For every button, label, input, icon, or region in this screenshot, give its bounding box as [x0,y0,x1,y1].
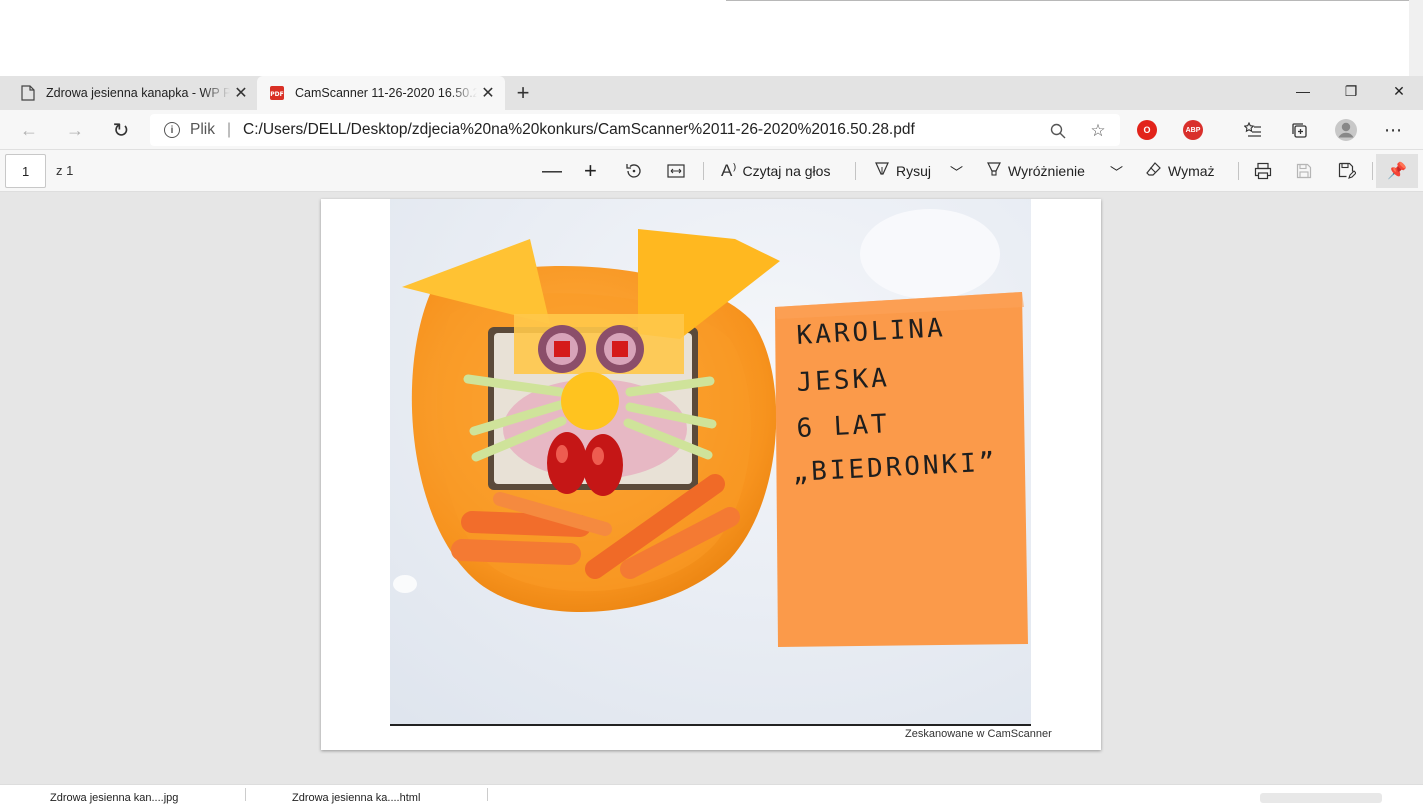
tab-title: CamScanner 11-26-2020 16.50.28.pdf [295,86,477,100]
erase-label: Wymaż [1168,163,1215,179]
minimize-button[interactable]: — [1279,76,1327,106]
draw-button[interactable]: Rysuj [874,158,931,184]
highlight-label: Wyróżnienie [1008,163,1085,179]
pin-icon: 📌 [1387,163,1407,180]
forward-arrow-icon[interactable]: → [60,115,90,145]
scheme-label: Plik [190,121,215,138]
svg-text:JESKA: JESKA [796,363,891,398]
toolbar-separator [855,162,856,180]
zoom-in-button[interactable]: + [584,158,597,184]
download-item[interactable]: Zdrowa jesienna kan....jpg [50,792,178,804]
address-separator: | [226,121,232,138]
zoom-out-button[interactable]: — [542,158,562,184]
camscanner-watermark: Zeskanowane w CamScanner [905,728,1052,740]
profile-avatar-icon[interactable] [1334,118,1358,142]
back-arrow-icon[interactable]: ← [14,115,44,145]
tab-strip: Zdrowa jesienna kanapka - WP Poczta ✕ PD… [0,76,1423,110]
info-icon[interactable]: i [164,122,180,138]
download-item[interactable]: Zdrowa jesienna ka....html [292,792,420,804]
save-disk-icon [1296,163,1312,179]
tab-camscanner-pdf[interactable]: PDF CamScanner 11-26-2020 16.50.28.pdf ✕ [257,76,505,110]
printer-icon [1254,162,1272,180]
pdf-viewer[interactable]: KAROLINA JESKA 6 LAT „BIEDRONKI” Zeskano… [0,192,1423,784]
download-separator [487,788,488,801]
rotate-icon [626,164,641,178]
cheese-nose [561,372,619,430]
toolbar-separator [1238,162,1239,180]
pin-toolbar-button[interactable]: 📌 [1376,154,1418,188]
save-button[interactable] [1296,158,1312,184]
highlighter-icon [986,161,1002,182]
pdf-icon: PDF [269,85,285,101]
read-aloud-button[interactable]: A⁾ Czytaj na głos [721,158,830,184]
save-as-button[interactable] [1338,158,1356,184]
pdf-toolbar: 1 z 1 — + A⁾ Czytaj na głos Rysuj ﹀ Wyró… [0,150,1423,192]
eraser-icon [1146,161,1162,182]
opera-extension-icon[interactable]: O [1137,120,1157,140]
address-bar[interactable]: i Plik | C:/Users/DELL/Desktop/zdjecia%2… [150,114,1120,146]
adblock-plus-icon[interactable]: ABP [1183,120,1203,140]
toolbar-separator [703,162,704,180]
erase-button[interactable]: Wymaż [1146,158,1215,184]
rotate-button[interactable] [625,158,643,184]
favorites-list-icon[interactable] [1241,118,1265,142]
read-aloud-icon: A⁾ [721,161,737,180]
scanned-photo: KAROLINA JESKA 6 LAT „BIEDRONKI” [390,199,1031,726]
draw-options-dropdown[interactable]: ﹀ [950,158,963,184]
save-as-icon [1338,162,1356,179]
minus-icon: — [542,159,562,182]
tab-title: Zdrowa jesienna kanapka - WP Poczta [46,86,230,100]
svg-text:6 LAT: 6 LAT [796,409,891,444]
tomato-right [583,434,623,496]
favorite-star-icon[interactable]: ☆ [1088,121,1108,141]
refresh-icon[interactable]: ↻ [106,115,136,145]
new-tab-button[interactable]: + [510,80,536,106]
fit-width-button[interactable] [667,158,685,184]
chevron-down-icon: ﹀ [1110,164,1124,180]
highlight-options-dropdown[interactable]: ﹀ [1110,158,1123,184]
tomato-left [547,432,587,494]
pdf-page: KAROLINA JESKA 6 LAT „BIEDRONKI” Zeskano… [321,199,1101,750]
page-total: z 1 [56,163,74,178]
download-shelf: Zdrowa jesienna kan....jpg Zdrowa jesien… [0,784,1423,804]
close-icon[interactable]: ✕ [230,82,252,104]
read-aloud-label: Czytaj na głos [742,163,831,179]
close-window-button[interactable]: ✕ [1375,76,1423,106]
draw-label: Rysuj [896,163,932,179]
scan-bottom-line [390,724,1031,726]
fit-width-icon [667,164,685,178]
restore-button[interactable]: ❐ [1327,76,1375,106]
draw-pen-icon [874,161,890,182]
page-number-input[interactable]: 1 [5,154,46,188]
top-scrollbar[interactable] [1409,0,1423,76]
collections-icon[interactable] [1287,118,1311,142]
svg-text:PDF: PDF [270,91,283,98]
tab-wp-poczta[interactable]: Zdrowa jesienna kanapka - WP Poczta ✕ [8,76,258,110]
toolbar-separator [1372,162,1373,180]
chevron-down-icon: ﹀ [950,164,964,180]
plus-icon: + [584,158,597,183]
url-text[interactable]: C:/Users/DELL/Desktop/zdjecia%20na%20kon… [243,121,915,139]
show-all-downloads-button[interactable] [1260,793,1382,803]
top-divider [726,0,1409,1]
zoom-magnifier-icon[interactable] [1048,121,1068,141]
download-separator [245,788,246,801]
more-menu-icon[interactable]: ⋯ [1381,118,1405,142]
print-button[interactable] [1254,158,1272,184]
close-icon[interactable]: ✕ [477,82,499,104]
content-above-browser [0,0,1423,76]
address-toolbar: ← → ↻ i Plik | C:/Users/DELL/Desktop/zdj… [0,110,1423,150]
highlight-button[interactable]: Wyróżnienie [986,158,1085,184]
document-icon [20,85,36,101]
